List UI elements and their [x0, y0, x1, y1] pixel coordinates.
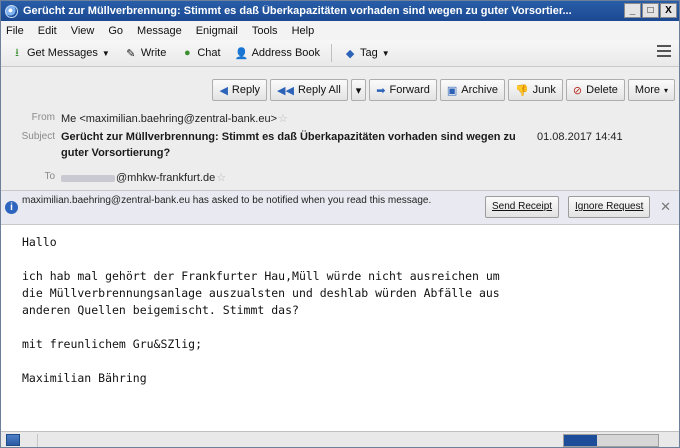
junk-label: Junk: [532, 84, 556, 96]
forward-icon: ➡: [376, 84, 386, 97]
star-icon[interactable]: ☆: [216, 172, 226, 184]
subject-value: Gerücht zur Müllverbrennung: Stimmt es d…: [61, 131, 516, 159]
menu-enigmail[interactable]: Enigmail: [196, 25, 238, 37]
chevron-down-icon: ▾: [663, 85, 668, 95]
message-actions: ◀ Reply ◀◀ Reply All ▾ ➡ Forward ▣ Archi…: [212, 79, 675, 101]
more-label: More: [634, 84, 660, 96]
archive-icon: ▣: [446, 84, 458, 97]
address-book-button[interactable]: 👤 Address Book: [230, 43, 325, 63]
to-value[interactable]: @mhkw-frankfurt.de☆: [61, 171, 226, 184]
tag-label: Tag: [360, 47, 378, 59]
message-header: ◀ Reply ◀◀ Reply All ▾ ➡ Forward ▣ Archi…: [1, 67, 679, 191]
menu-message[interactable]: Message: [137, 25, 182, 37]
progress-bar: [563, 434, 659, 447]
minimize-button[interactable]: _: [624, 3, 641, 18]
chat-button[interactable]: ● Chat: [175, 43, 225, 63]
close-button[interactable]: X: [660, 3, 677, 18]
window-title: Gerücht zur Müllverbrennung: Stimmt es d…: [23, 5, 572, 17]
tag-icon: ◆: [345, 47, 355, 60]
menu-help[interactable]: Help: [292, 25, 315, 37]
reply-all-button[interactable]: ◀◀ Reply All: [270, 79, 348, 101]
status-text-area: [37, 434, 547, 447]
message-body[interactable]: Hallo ich hab mal gehört der Frankfurter…: [1, 225, 679, 431]
reply-all-label: Reply All: [297, 84, 341, 96]
from-label: From: [31, 112, 55, 123]
delete-icon: ⊘: [572, 84, 583, 97]
menu-tools[interactable]: Tools: [252, 25, 278, 37]
thunderbird-icon: [5, 4, 18, 18]
tag-button[interactable]: ◆ Tag ▼: [338, 43, 395, 63]
body-line: ich hab mal gehört der Frankfurter Hau,M…: [22, 269, 500, 283]
status-bar: [1, 431, 679, 447]
body-line: anderen Quellen beigemischt. Stimmt das?: [22, 303, 299, 317]
menu-edit[interactable]: Edit: [38, 25, 57, 37]
menu-bar: File Edit View Go Message Enigmail Tools…: [1, 21, 679, 40]
online-status-icon[interactable]: [6, 434, 20, 446]
from-address[interactable]: Me <maximilian.baehring@zentral-bank.eu>: [61, 113, 277, 125]
thumbs-down-icon: 👎: [514, 84, 529, 97]
reply-icon: ◀: [219, 84, 228, 97]
subject-row: Subject Gerücht zur Müllverbrennung: Sti…: [1, 129, 679, 163]
main-toolbar: ⭳ Get Messages ▼ ✎ Write ● Chat 👤 Addres…: [1, 40, 679, 67]
chat-label: Chat: [197, 47, 221, 59]
chat-bubble-icon: ●: [183, 47, 191, 59]
body-signature: Maximilian Bähring: [22, 371, 147, 385]
redacted-mark: [61, 174, 115, 182]
send-receipt-button[interactable]: Send Receipt: [485, 196, 560, 218]
info-icon: i: [5, 201, 18, 214]
reply-label: Reply: [231, 84, 261, 96]
chevron-down-icon[interactable]: ▼: [382, 49, 390, 58]
reply-button[interactable]: ◀ Reply: [212, 79, 268, 101]
get-messages-button[interactable]: ⭳ Get Messages ▼: [5, 43, 115, 63]
read-receipt-bar: i maximilian.baehring@zentral-bank.eu ha…: [1, 191, 679, 225]
to-row: To @mhkw-frankfurt.de☆: [1, 171, 679, 185]
chevron-down-icon[interactable]: ▼: [102, 49, 110, 58]
get-messages-label: Get Messages: [27, 47, 98, 59]
pencil-icon: ✎: [126, 47, 136, 60]
delete-button[interactable]: ⊘ Delete: [565, 79, 625, 101]
toolbar-separator: [331, 44, 333, 62]
delete-label: Delete: [586, 84, 618, 96]
contact-icon: 👤: [234, 47, 249, 60]
from-row: From Me <maximilian.baehring@zentral-ban…: [1, 112, 679, 126]
menu-file[interactable]: File: [6, 25, 24, 37]
chevron-down-icon: ▾: [355, 84, 362, 97]
menu-view[interactable]: View: [71, 25, 95, 37]
maximize-button[interactable]: □: [642, 3, 659, 18]
title-bar: Gerücht zur Müllverbrennung: Stimmt es d…: [1, 1, 679, 21]
body-closing: mit freunlichem Gru&SZlig;: [22, 337, 203, 351]
junk-button[interactable]: 👎 Junk: [507, 79, 563, 101]
progress-fill: [564, 435, 597, 446]
from-value[interactable]: Me <maximilian.baehring@zentral-bank.eu>…: [61, 112, 288, 125]
window-controls: _ □ X: [624, 3, 677, 18]
address-book-label: Address Book: [251, 47, 321, 59]
archive-button[interactable]: ▣ Archive: [439, 79, 505, 101]
mail-window: Gerücht zur Müllverbrennung: Stimmt es d…: [0, 0, 680, 448]
more-button[interactable]: More ▾: [627, 79, 675, 101]
to-label: To: [44, 171, 55, 182]
forward-label: Forward: [389, 84, 430, 96]
write-label: Write: [140, 47, 167, 59]
message-date: 01.08.2017 14:41: [537, 131, 623, 143]
archive-label: Archive: [461, 84, 498, 96]
reply-all-icon: ◀◀: [277, 84, 294, 97]
subject-label: Subject: [21, 131, 55, 142]
menu-go[interactable]: Go: [108, 25, 123, 37]
ignore-request-button[interactable]: Ignore Request: [568, 196, 651, 218]
download-icon: ⭳: [15, 46, 19, 59]
body-line: die Müllverbrennungsanlage auszualsten u…: [22, 286, 500, 300]
forward-button[interactable]: ➡ Forward: [369, 79, 437, 101]
reply-all-dropdown[interactable]: ▾: [350, 79, 367, 101]
body-greeting: Hallo: [22, 235, 57, 249]
star-icon[interactable]: ☆: [278, 113, 288, 125]
close-icon[interactable]: ✕: [660, 199, 671, 215]
write-button[interactable]: ✎ Write: [119, 43, 171, 63]
to-address[interactable]: @mhkw-frankfurt.de: [116, 172, 215, 184]
app-menu-icon[interactable]: [657, 45, 671, 57]
read-receipt-message: maximilian.baehring@zentral-bank.eu has …: [22, 195, 432, 206]
